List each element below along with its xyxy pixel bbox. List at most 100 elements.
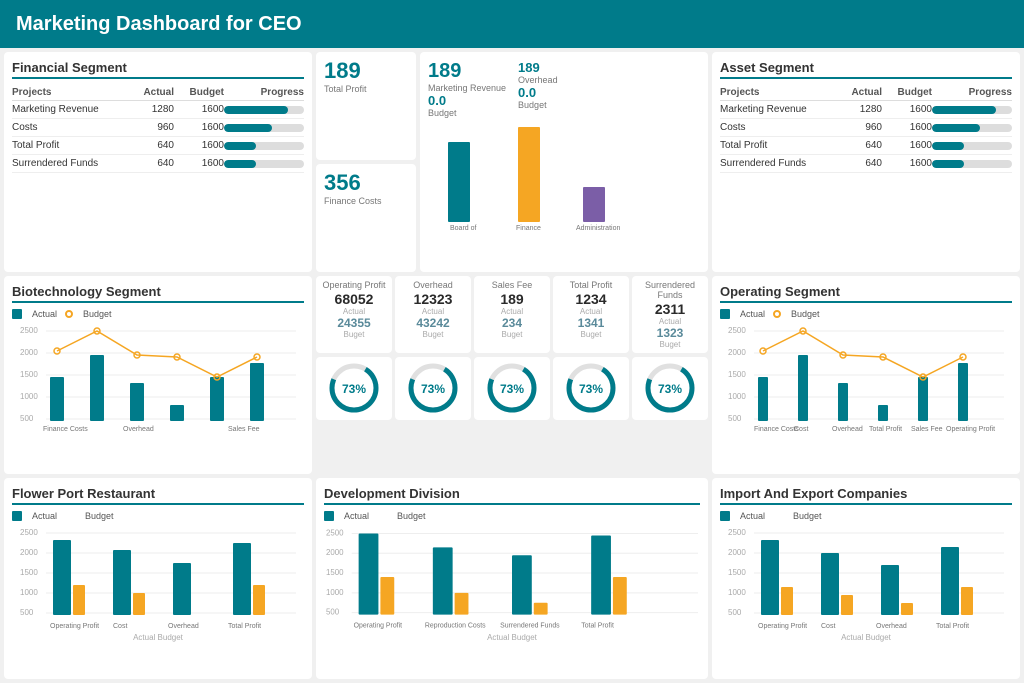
overhead-metric: 189 Overhead 0.0 Budget (518, 60, 558, 118)
svg-text:2000: 2000 (728, 348, 746, 357)
svg-text:Overhead: Overhead (168, 623, 199, 630)
budget-legend-dot (773, 310, 781, 318)
table-row: Costs 960 1600 (720, 119, 1012, 137)
actual-legend-dot (12, 511, 22, 521)
circle-5: 73% (632, 357, 708, 420)
page-title: Marketing Dashboard for CEO (16, 13, 302, 36)
actual-legend-dot (324, 511, 334, 521)
asset-table-header: Projects Actual Budget Progress (720, 85, 1012, 101)
bio-title: Biotechnology Segment (12, 284, 304, 303)
metric-overhead: Overhead 12323 Actual 43242 Buget (395, 276, 471, 353)
total-profit-label: Total Profit (324, 84, 408, 94)
svg-text:1500: 1500 (20, 370, 38, 379)
flower-title: Flower Port Restaurant (12, 486, 304, 505)
svg-text:500: 500 (20, 608, 34, 617)
metric-operating-profit: Operating Profit 68052 Actual 24355 Buge… (316, 276, 392, 353)
svg-text:Finance: Finance (516, 225, 541, 232)
asset-segment: Asset Segment Projects Actual Budget Pro… (712, 52, 1020, 272)
bar-chart-card: 189 Marketing Revenue 0.0 Budget 189 Ove… (420, 52, 708, 272)
total-profit-kpi: 189 Total Profit (316, 52, 416, 160)
marketing-revenue-metric: 189 Marketing Revenue 0.0 Budget (428, 60, 506, 118)
svg-text:1000: 1000 (728, 392, 746, 401)
bar-chart-title-row: 189 Marketing Revenue 0.0 Budget 189 Ove… (428, 60, 700, 118)
svg-text:Sales Fee: Sales Fee (228, 426, 260, 433)
metric-total-profit: Total Profit 1234 Actual 1341 Buget (553, 276, 629, 353)
bar-chart-svg: Board of Directories Finance Department … (428, 122, 700, 232)
svg-text:1000: 1000 (326, 587, 344, 596)
dev-title: Development Division (324, 486, 700, 505)
table-row: Surrendered Funds 640 1600 (720, 155, 1012, 173)
import-segment: Import And Export Companies Actual Budge… (712, 478, 1020, 679)
bio-segment: Biotechnology Segment Actual Budget 2500… (4, 276, 312, 473)
svg-text:1500: 1500 (728, 568, 746, 577)
metric-surrendered-funds: Surrendered Funds 2311 Actual 1323 Buget (632, 276, 708, 353)
svg-text:1500: 1500 (326, 568, 344, 577)
table-row: Costs 960 1600 (12, 119, 304, 137)
op-chart-svg: 2500 2000 1500 1000 500 Finance Costs (720, 323, 1012, 433)
svg-text:Operating Profit: Operating Profit (354, 622, 402, 629)
table-row: Marketing Revenue 1280 1600 (720, 101, 1012, 119)
circle-4: 73% (553, 357, 629, 420)
svg-text:Cost: Cost (794, 426, 808, 433)
header: Marketing Dashboard for CEO (0, 0, 1024, 48)
flower-sub-label: Actual Budget (12, 633, 304, 642)
bio-legend: Actual Budget (12, 309, 304, 319)
svg-text:2500: 2500 (326, 528, 344, 537)
import-title: Import And Export Companies (720, 486, 1012, 505)
svg-text:2500: 2500 (728, 326, 746, 335)
asset-title: Asset Segment (720, 60, 1012, 79)
actual-legend-dot (12, 309, 22, 319)
svg-text:Surrendered Funds: Surrendered Funds (500, 622, 560, 629)
svg-text:500: 500 (326, 607, 340, 616)
finance-costs-value: 356 (324, 170, 408, 196)
svg-text:73%: 73% (578, 382, 602, 396)
financial-segment: Financial Segment Projects Actual Budget… (4, 52, 312, 272)
flower-segment: Flower Port Restaurant Actual Budget 250… (4, 478, 312, 679)
total-profit-value: 189 (324, 58, 408, 84)
circle-2: 73% (395, 357, 471, 420)
svg-text:1000: 1000 (20, 588, 38, 597)
svg-text:73%: 73% (420, 382, 444, 396)
svg-text:Administration: Administration (576, 225, 620, 232)
dev-legend: Actual Budget (324, 511, 700, 521)
import-chart-svg: 2500 2000 1500 1000 500 Operating Profit… (720, 525, 1012, 630)
financial-table-header: Projects Actual Budget Progress (12, 85, 304, 101)
svg-text:2000: 2000 (326, 548, 344, 557)
svg-text:1000: 1000 (20, 392, 38, 401)
svg-text:Operating Profit: Operating Profit (758, 623, 807, 630)
metrics-row: Operating Profit 68052 Actual 24355 Buge… (316, 276, 708, 473)
svg-text:Cost: Cost (821, 623, 835, 630)
finance-costs-label: Finance Costs (324, 196, 408, 206)
circle-1: 73% (316, 357, 392, 420)
svg-text:2500: 2500 (728, 528, 746, 537)
budget-legend-dot (65, 511, 75, 521)
svg-text:Total Profit: Total Profit (936, 623, 969, 630)
flower-legend: Actual Budget (12, 511, 304, 521)
svg-text:Cost: Cost (113, 623, 127, 630)
table-row: Total Profit 640 1600 (12, 137, 304, 155)
actual-legend-dot (720, 511, 730, 521)
svg-text:Sales Fee: Sales Fee (911, 426, 943, 433)
budget-legend-dot (65, 310, 73, 318)
svg-text:2500: 2500 (20, 528, 38, 537)
circle-3: 73% (474, 357, 550, 420)
metrics-numbers: Operating Profit 68052 Actual 24355 Buge… (316, 276, 708, 353)
bio-chart-svg: 2500 2000 1500 1000 500 (12, 323, 304, 433)
svg-text:500: 500 (728, 414, 742, 423)
budget-legend-dot (773, 511, 783, 521)
op-segment: Operating Segment Actual Budget 2500 200… (712, 276, 1020, 473)
bar-chart-area: Board of Directories Finance Department … (428, 122, 700, 264)
svg-text:Overhead: Overhead (832, 426, 863, 433)
svg-text:Reproduction Costs: Reproduction Costs (425, 622, 486, 629)
svg-text:Finance Costs: Finance Costs (43, 426, 88, 433)
svg-text:500: 500 (728, 608, 742, 617)
table-row: Marketing Revenue 1280 1600 (12, 101, 304, 119)
svg-text:Finance Costs: Finance Costs (754, 426, 799, 433)
svg-text:2500: 2500 (20, 326, 38, 335)
op-legend: Actual Budget (720, 309, 1012, 319)
op-title: Operating Segment (720, 284, 1012, 303)
actual-legend-dot (720, 309, 730, 319)
metric-sales-fee: Sales Fee 189 Actual 234 Buget (474, 276, 550, 353)
svg-text:Total Profit: Total Profit (869, 426, 902, 433)
svg-text:73%: 73% (341, 382, 365, 396)
